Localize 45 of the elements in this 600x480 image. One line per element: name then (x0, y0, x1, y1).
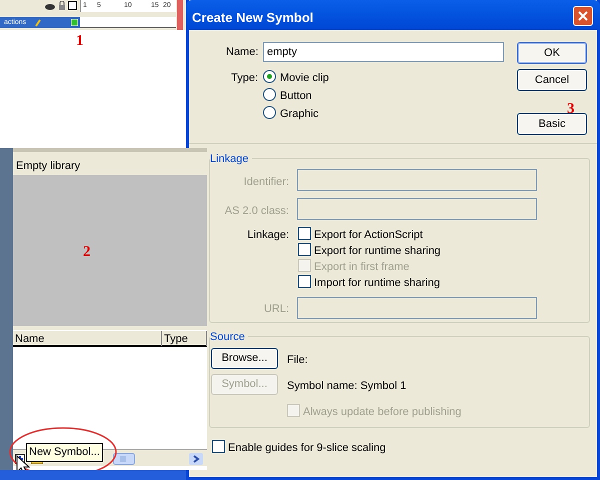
dialog-button[interactable]: Basic (517, 113, 587, 135)
group-title: Linkage (210, 151, 252, 168)
annotation-number: 2 (83, 245, 90, 260)
dialog-button[interactable]: Cancel (517, 69, 587, 91)
lock-icon (58, 1, 66, 11)
radio-button[interactable] (263, 88, 276, 101)
pencil-icon (35, 19, 41, 27)
column-header[interactable]: Name (13, 331, 162, 346)
field-label: Type: (230, 71, 258, 86)
close-button[interactable] (573, 6, 593, 26)
radio-label: Graphic (280, 107, 319, 122)
field-label: Identifier: (242, 175, 289, 190)
layer-color-icon (71, 19, 78, 26)
checkbox[interactable] (298, 275, 311, 288)
scrollbar-thumb-icon (113, 453, 135, 465)
panel-title: Empty library (16, 159, 80, 174)
field-label: Linkage: (246, 228, 289, 243)
checkbox-label: Export in first frame (314, 260, 410, 275)
outline-icon (68, 1, 77, 10)
checkbox[interactable] (298, 227, 311, 240)
symbol-name-text: Symbol name: Symbol 1 (287, 379, 406, 394)
field-label: Name: (226, 45, 258, 60)
name-field[interactable]: empty (263, 42, 504, 62)
radio-label: Movie clip (280, 71, 329, 86)
checkbox-label: Always update before publishing (303, 405, 462, 420)
checkbox[interactable] (212, 440, 225, 453)
dialog-button[interactable]: OK (517, 42, 587, 64)
radio-label: Button (280, 89, 312, 104)
radio-button[interactable] (263, 70, 276, 83)
checkbox[interactable] (298, 243, 311, 256)
field-label: AS 2.0 class: (224, 204, 289, 219)
radio-button[interactable] (263, 106, 276, 119)
checkbox-label: Export for runtime sharing (314, 244, 441, 259)
annotation-number: 1 (76, 34, 84, 49)
field-label: URL: (262, 302, 289, 317)
window-title: Create New Symbol (192, 9, 314, 27)
checkbox-label: Enable guides for 9-slice scaling (228, 441, 386, 456)
tooltip: New Symbol... (26, 443, 103, 462)
column-header[interactable]: Type (162, 331, 207, 346)
scroll-right-icon (189, 453, 203, 465)
checkbox-label: Export for ActionScript (314, 228, 423, 243)
source-button[interactable]: Browse... (211, 348, 278, 369)
field-label: File: (287, 353, 308, 368)
close-icon (578, 11, 588, 21)
checkbox-label: Import for runtime sharing (314, 276, 440, 291)
